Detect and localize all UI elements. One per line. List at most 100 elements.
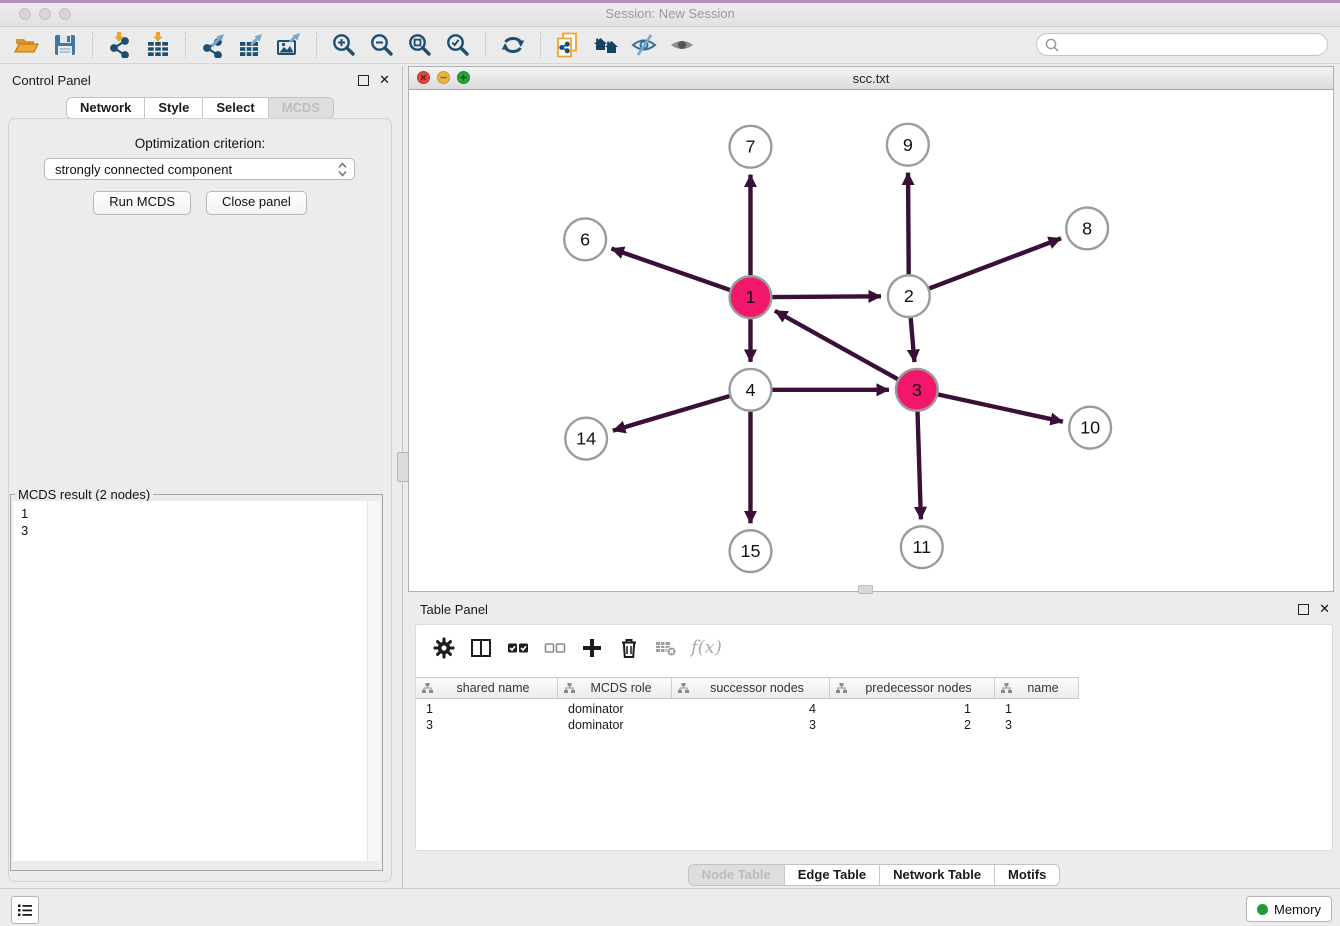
import-network-button[interactable]: [104, 30, 136, 60]
node-label-3: 3: [912, 380, 922, 400]
export-network-icon: [200, 32, 226, 58]
zoom-in-button[interactable]: [328, 30, 360, 60]
cell-shared-name[interactable]: 3: [416, 718, 558, 732]
edge-3-11[interactable]: [918, 412, 921, 520]
cell-predecessor-nodes[interactable]: 2: [830, 718, 995, 732]
edge-2-9[interactable]: [908, 173, 909, 275]
search-box[interactable]: [1036, 33, 1328, 56]
table-panel-header: Table Panel ✕: [420, 599, 1330, 619]
edge-2-3[interactable]: [911, 318, 915, 362]
table-panel-float-icon[interactable]: [1298, 604, 1309, 615]
hide-style-button[interactable]: [628, 30, 660, 60]
search-input[interactable]: [1064, 37, 1327, 53]
edge-1-6[interactable]: [611, 249, 729, 290]
cell-predecessor-nodes[interactable]: 1: [830, 702, 995, 716]
add-column-icon[interactable]: [580, 636, 604, 660]
houses-icon: [593, 32, 619, 58]
deselect-all-icon[interactable]: [543, 636, 567, 660]
result-line: 1: [21, 506, 372, 523]
table-panel-close-icon[interactable]: ✕: [1319, 604, 1330, 614]
tab-style[interactable]: Style: [144, 98, 202, 118]
column-header-predecessor-nodes[interactable]: predecessor nodes: [830, 678, 995, 698]
edge-2-8[interactable]: [929, 238, 1061, 288]
export-image-icon: [276, 32, 302, 58]
edge-4-14[interactable]: [613, 396, 730, 431]
refresh-view-button[interactable]: [497, 30, 529, 60]
network-canvas[interactable]: 7968124314101511: [409, 90, 1333, 591]
tab-mcds[interactable]: MCDS: [268, 98, 333, 118]
select-all-icon[interactable]: [506, 636, 530, 660]
node-table-body: 1dominator4113dominator323: [416, 701, 1079, 733]
tab-network-table[interactable]: Network Table: [879, 865, 994, 885]
delete-column-trash-icon[interactable]: [617, 636, 641, 660]
mcds-result-area[interactable]: 13: [13, 501, 380, 861]
edge-3-1[interactable]: [775, 311, 898, 379]
node-table: shared nameMCDS rolesuccessor nodesprede…: [416, 677, 1079, 733]
frame-minimize-icon[interactable]: [437, 71, 450, 84]
zoom-fit-icon: [407, 32, 433, 58]
run-mcds-button[interactable]: Run MCDS: [93, 191, 191, 215]
import-table-button[interactable]: [142, 30, 174, 60]
panel-columns-icon[interactable]: [469, 636, 493, 660]
memory-status-dot-icon: [1257, 904, 1268, 915]
horizontal-splitter-handle[interactable]: [858, 585, 873, 594]
tab-network[interactable]: Network: [67, 98, 144, 118]
mcds-result-title: MCDS result (2 nodes): [15, 487, 153, 502]
zoom-selected-button[interactable]: [442, 30, 474, 60]
control-panel: Control Panel ✕ Network Style Select MCD…: [0, 66, 400, 888]
network-frame-titlebar[interactable]: scc.txt: [409, 67, 1333, 90]
export-image-button[interactable]: [273, 30, 305, 60]
refresh-icon: [500, 32, 526, 58]
toolbar-separator: [185, 32, 186, 58]
export-table-button[interactable]: [235, 30, 267, 60]
network-graph: 7968124314101511: [409, 90, 1333, 591]
open-file-button[interactable]: [11, 30, 43, 60]
zoom-fit-button[interactable]: [404, 30, 436, 60]
save-session-button[interactable]: [49, 30, 81, 60]
memory-button[interactable]: Memory: [1246, 896, 1332, 922]
zoom-out-button[interactable]: [366, 30, 398, 60]
tab-select[interactable]: Select: [202, 98, 267, 118]
eye-icon: [669, 32, 695, 58]
criterion-dropdown[interactable]: strongly connected component: [44, 158, 355, 180]
delete-table-icon[interactable]: [654, 636, 678, 660]
column-header-successor-nodes[interactable]: successor nodes: [672, 678, 830, 698]
list-icon: [16, 901, 34, 919]
mcds-result-group: MCDS result (2 nodes) 13: [10, 494, 383, 871]
edge-3-10[interactable]: [938, 394, 1063, 421]
cell-MCDS-role[interactable]: dominator: [558, 702, 672, 716]
tab-edge-table[interactable]: Edge Table: [784, 865, 879, 885]
show-networks-home-button[interactable]: [590, 30, 622, 60]
table-tabbar: Node Table Edge Table Network Table Moti…: [408, 864, 1340, 886]
edge-1-2[interactable]: [772, 296, 881, 297]
cell-name[interactable]: 1: [995, 702, 1079, 716]
table-row[interactable]: 1dominator411: [416, 701, 1079, 717]
export-network-button[interactable]: [197, 30, 229, 60]
zoom-in-icon: [331, 32, 357, 58]
function-builder-icon[interactable]: f(x): [691, 637, 722, 658]
tab-motifs[interactable]: Motifs: [994, 865, 1059, 885]
frame-zoom-icon[interactable]: [457, 71, 470, 84]
control-panel-close-icon[interactable]: ✕: [379, 75, 390, 85]
cell-successor-nodes[interactable]: 4: [672, 702, 830, 716]
column-header-shared-name[interactable]: shared name: [416, 678, 558, 698]
cell-name[interactable]: 3: [995, 718, 1079, 732]
tab-node-table[interactable]: Node Table: [689, 865, 784, 885]
cell-MCDS-role[interactable]: dominator: [558, 718, 672, 732]
control-panel-float-icon[interactable]: [358, 75, 369, 86]
export-table-icon: [238, 32, 264, 58]
table-panel-title: Table Panel: [420, 602, 1298, 617]
cell-shared-name[interactable]: 1: [416, 702, 558, 716]
table-row[interactable]: 3dominator323: [416, 717, 1079, 733]
task-history-button[interactable]: [11, 896, 39, 924]
clone-network-button[interactable]: [552, 30, 584, 60]
column-header-MCDS-role[interactable]: MCDS role: [558, 678, 672, 698]
column-header-name[interactable]: name: [995, 678, 1079, 698]
table-settings-gear-icon[interactable]: [432, 636, 456, 660]
close-panel-button[interactable]: Close panel: [206, 191, 307, 215]
result-scrollbar[interactable]: [367, 501, 380, 861]
cell-successor-nodes[interactable]: 3: [672, 718, 830, 732]
show-view-button[interactable]: [666, 30, 698, 60]
network-frame-title: scc.txt: [853, 71, 890, 86]
frame-close-icon[interactable]: [417, 71, 430, 84]
